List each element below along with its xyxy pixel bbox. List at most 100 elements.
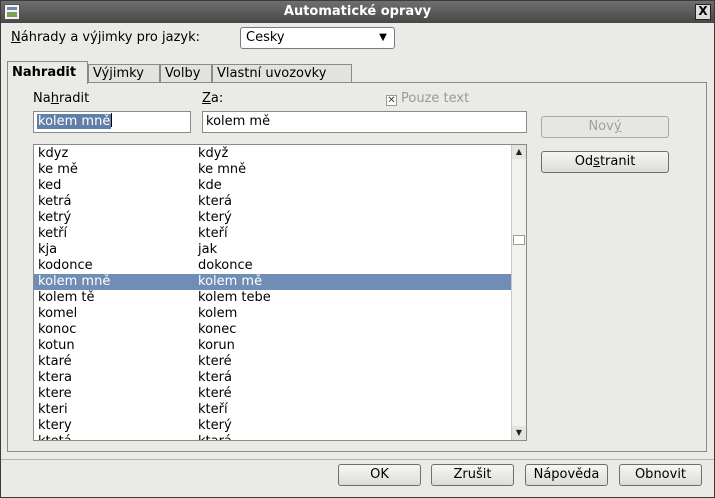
text-caret [111,113,113,127]
new-button-pre: Nov [588,119,614,134]
replace-cell: ktetá [38,434,72,440]
with-cell: ktará [198,434,232,440]
with-cell: které [198,354,232,369]
table-row[interactable]: kolem tě kolem tebe [34,290,511,306]
with-cell: kteří [198,226,228,241]
new-button[interactable]: Nový [541,116,669,138]
replace-cell: ktera [38,370,72,385]
with-cell: kteří [198,402,228,417]
table-row[interactable]: ktere které [34,386,511,402]
footer-separator [1,459,714,460]
with-cell: kolem mě [198,274,263,289]
replace-label-accel: h [50,91,59,106]
table-row[interactable]: ke mě ke mně [34,162,511,178]
ok-button[interactable]: OK [338,464,421,486]
delete-button-post: tranit [599,154,636,169]
window-title: Automatické opravy [283,4,432,19]
with-cell: která [198,194,232,209]
table-row[interactable]: ketří kteří [34,226,511,242]
replace-cell: kotun [38,338,75,353]
replace-cell: kteri [38,402,68,417]
replace-label-pre: Na [33,91,51,106]
language-select[interactable]: Cesky ▼ [240,27,395,49]
help-button[interactable]: Nápověda [525,464,608,486]
with-input-value: kolem mě [206,114,271,129]
table-row[interactable]: kteri kteří [34,402,511,418]
with-cell: dokonce [198,258,253,273]
text-only-checkbox[interactable]: ✕ [386,95,397,106]
text-only-label: Pouze text [401,91,470,106]
with-input[interactable]: kolem mě [202,111,527,133]
title-bar: Automatické opravy X [1,1,714,23]
with-cell: korun [198,338,235,353]
table-row[interactable]: komel kolem [34,306,511,322]
replace-cell: komel [38,306,78,321]
close-icon[interactable]: X [695,4,711,20]
replace-cell: ketří [38,226,68,241]
table-row[interactable]: ketrý který [34,210,511,226]
replace-input[interactable]: kolem mně [33,111,191,133]
table-row[interactable]: kja jak [34,242,511,258]
replace-cell: ktere [38,386,72,401]
replace-cell: kolem mně [38,274,111,289]
dropdown-arrow-icon[interactable]: ▼ [375,30,391,46]
scroll-thumb[interactable] [513,235,525,245]
table-row[interactable]: ked kde [34,178,511,194]
table-row[interactable]: konoc konec [34,322,511,338]
with-cell: kolem [198,306,238,321]
language-select-value: Cesky [246,30,285,45]
with-cell: který [198,210,232,225]
replace-cell: kja [38,242,58,257]
new-button-accel: ý [613,119,622,134]
replace-label: Nahradit [33,91,89,106]
replace-cell: ke mě [38,162,78,177]
replace-cell: konoc [38,322,77,337]
table-row[interactable]: ktery který [34,418,511,434]
tab-custom-quotes[interactable]: Vlastní uvozovky [212,64,352,83]
language-label-accel: N [11,30,21,45]
table-row[interactable]: kolem mně kolem mě [34,274,511,290]
text-only-option: ✕ Pouze text [386,91,469,106]
scroll-up-icon[interactable]: ▲ [512,145,526,159]
with-cell: když [198,146,229,161]
with-cell: ke mně [198,162,247,177]
with-cell: kde [198,178,222,193]
table-row[interactable]: ketrá která [34,194,511,210]
with-cell: které [198,386,232,401]
language-label-post: áhrady a výjimky pro jazyk: [20,30,200,45]
with-cell: jak [198,242,218,257]
table-row[interactable]: kdyz když [34,146,511,162]
with-label: Za: [202,91,223,106]
tab-options[interactable]: Volby [160,64,212,83]
table-row[interactable]: ktaré které [34,354,511,370]
replace-cell: ketrá [38,194,72,209]
app-icon [4,4,20,20]
table-row[interactable]: ktera která [34,370,511,386]
replacement-table[interactable]: kdyz když ke mě ke mně ked kde ketrá která ketrý… [33,144,527,441]
table-row[interactable]: kodonce dokonce [34,258,511,274]
with-cell: která [198,370,232,385]
replace-input-value: kolem mně [37,114,112,129]
replace-cell: ked [38,178,62,193]
with-label-accel: Z [202,91,211,106]
replace-label-post: radit [58,91,90,106]
vertical-scrollbar[interactable]: ▲ ▼ [511,145,526,440]
replace-cell: kolem tě [38,290,95,305]
tab-exceptions[interactable]: Výjimky [88,64,160,83]
replace-cell: ketrý [38,210,72,225]
tab-replace[interactable]: Nahradit [7,61,88,84]
reset-button[interactable]: Obnovit [619,464,702,486]
table-row[interactable]: kotun korun [34,338,511,354]
with-label-post: a: [210,91,224,106]
replace-cell: ktaré [38,354,72,369]
cancel-button[interactable]: Zrušit [431,464,514,486]
replace-cell: kodonce [38,258,93,273]
delete-button[interactable]: Odstranit [541,151,669,173]
replace-cell: ktery [38,418,72,433]
replace-cell: kdyz [38,146,69,161]
scroll-down-icon[interactable]: ▼ [512,426,526,440]
autocorrect-dialog: Automatické opravy X Náhrady a výjimky p… [0,0,715,498]
table-row[interactable]: ktetá ktará [34,434,511,440]
with-cell: který [198,418,232,433]
with-cell: kolem tebe [198,290,271,305]
